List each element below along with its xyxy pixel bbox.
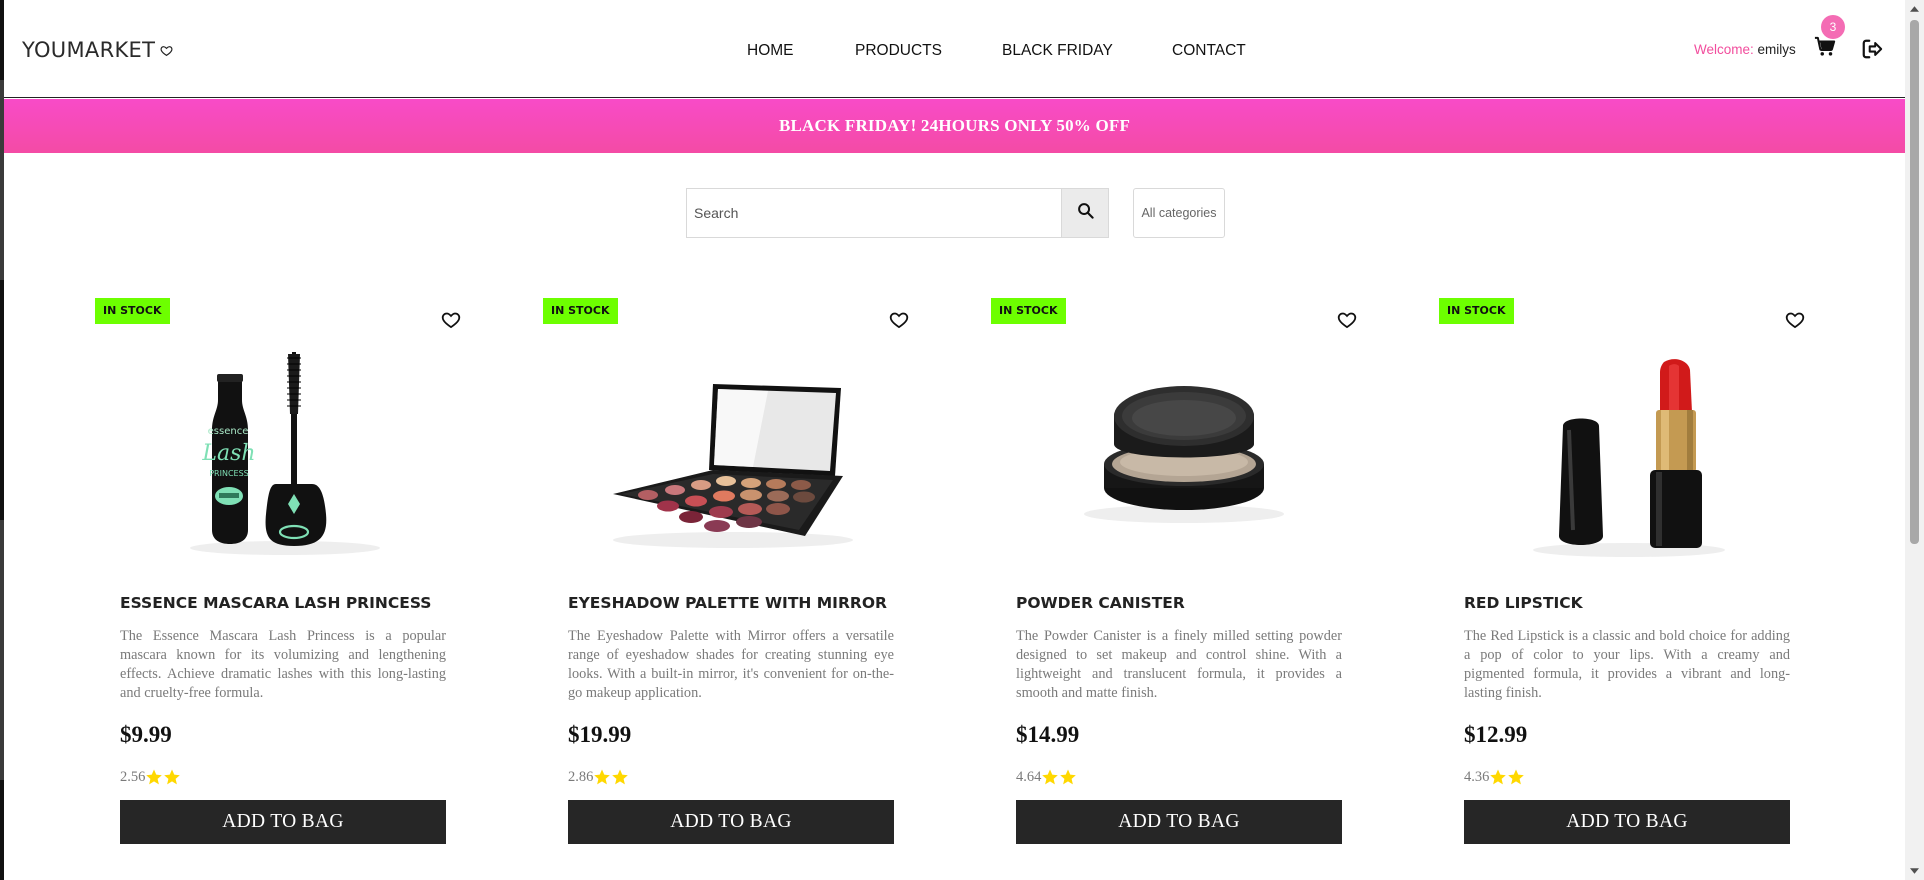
heart-icon[interactable] [441,310,463,332]
product-title[interactable]: RED LIPSTICK [1464,594,1794,612]
add-to-bag-button[interactable]: ADD TO BAG [1464,800,1790,844]
product-title[interactable]: ESSENCE MASCARA LASH PRINCESS [120,594,450,612]
promo-banner-text: BLACK FRIDAY! 24HOURS ONLY 50% OFF [778,116,1131,135]
product-price: $12.99 [1464,722,1528,747]
username: emilys [1757,42,1796,57]
scrollbar-thumb[interactable] [1910,20,1919,544]
stock-badge: IN STOCK [1439,298,1514,324]
star-icon [146,769,163,785]
add-to-bag-button[interactable]: ADD TO BAG [568,800,894,844]
nav-products[interactable]: PRODUCTS [855,42,942,60]
category-select[interactable]: All categories [1133,188,1225,238]
product-description: The Essence Mascara Lash Princess is a p… [120,628,446,701]
lipstick-image [1489,344,1769,560]
site-header: YOUMARKET HOME PRODUCTS BLACK FRIDAY CON… [4,0,1905,98]
svg-text:essence: essence [208,426,249,437]
nav-contact[interactable]: CONTACT [1172,42,1246,60]
scroll-up-arrow-icon[interactable] [1905,0,1924,18]
heart-icon[interactable] [889,310,911,332]
rating-value: 4.36 [1464,768,1490,785]
product-rating: 4.36 [1464,768,1525,786]
star-icon [612,769,629,785]
search-button[interactable] [1061,188,1109,238]
main-nav: HOME PRODUCTS BLACK FRIDAY CONTACT [4,42,1905,62]
stock-badge: IN STOCK [95,298,170,324]
svg-text:PRINCESS: PRINCESS [209,469,249,478]
star-icon [1042,769,1059,785]
product-title[interactable]: EYESHADOW PALETTE WITH MIRROR [568,594,898,612]
product-rating: 2.56 [120,768,181,786]
vertical-scrollbar[interactable] [1905,0,1924,880]
rating-value: 4.64 [1016,768,1042,785]
product-rating: 2.86 [568,768,629,786]
nav-home[interactable]: HOME [747,42,794,60]
rating-value: 2.56 [120,768,146,785]
product-card: IN STOCK essence Lash PRINCESS ESSENCE M… [95,296,475,856]
mascara-image: essence Lash PRINCESS [145,344,425,560]
add-to-bag-button[interactable]: ADD TO BAG [1016,800,1342,844]
stock-badge: IN STOCK [991,298,1066,324]
product-card: IN STOCK [543,296,923,856]
scroll-down-arrow-icon[interactable] [1905,862,1924,880]
star-icon [164,769,181,785]
product-card: IN STOCK [1439,296,1819,856]
heart-icon[interactable] [1785,310,1807,332]
star-icon [1060,769,1077,785]
heart-icon[interactable] [1337,310,1359,332]
product-rating: 4.64 [1016,768,1077,786]
add-to-bag-button[interactable]: ADD TO BAG [120,800,446,844]
promo-banner: BLACK FRIDAY! 24HOURS ONLY 50% OFF [4,99,1905,153]
star-icon [594,769,611,785]
product-price: $9.99 [120,722,172,747]
product-price: $14.99 [1016,722,1080,747]
logout-icon[interactable] [1861,38,1885,62]
star-icon [1508,769,1525,785]
svg-text:Lash: Lash [201,441,255,466]
eyeshadow-palette-image [593,344,873,560]
rating-value: 2.86 [568,768,594,785]
welcome-message: Welcome: emilys [1694,42,1796,57]
search-icon [1077,202,1094,224]
nav-black-friday[interactable]: BLACK FRIDAY [1002,42,1113,60]
browser-content: YOUMARKET HOME PRODUCTS BLACK FRIDAY CON… [4,0,1905,880]
search-input[interactable] [686,188,1062,238]
product-description: The Powder Canister is a finely milled s… [1016,628,1342,701]
stock-badge: IN STOCK [543,298,618,324]
product-description: The Eyeshadow Palette with Mirror offers… [568,628,894,701]
page: YOUMARKET HOME PRODUCTS BLACK FRIDAY CON… [0,0,1924,880]
product-price: $19.99 [568,722,632,747]
star-icon [1490,769,1507,785]
cart-count-badge: 3 [1821,15,1845,39]
cart-icon[interactable] [1814,36,1838,60]
product-card: IN STOCK POWDER CANISTER The Powder Cani… [991,296,1371,856]
product-description: The Red Lipstick is a classic and bold c… [1464,628,1790,701]
powder-canister-image [1041,344,1321,560]
product-title[interactable]: POWDER CANISTER [1016,594,1346,612]
welcome-label: Welcome: [1694,42,1754,57]
